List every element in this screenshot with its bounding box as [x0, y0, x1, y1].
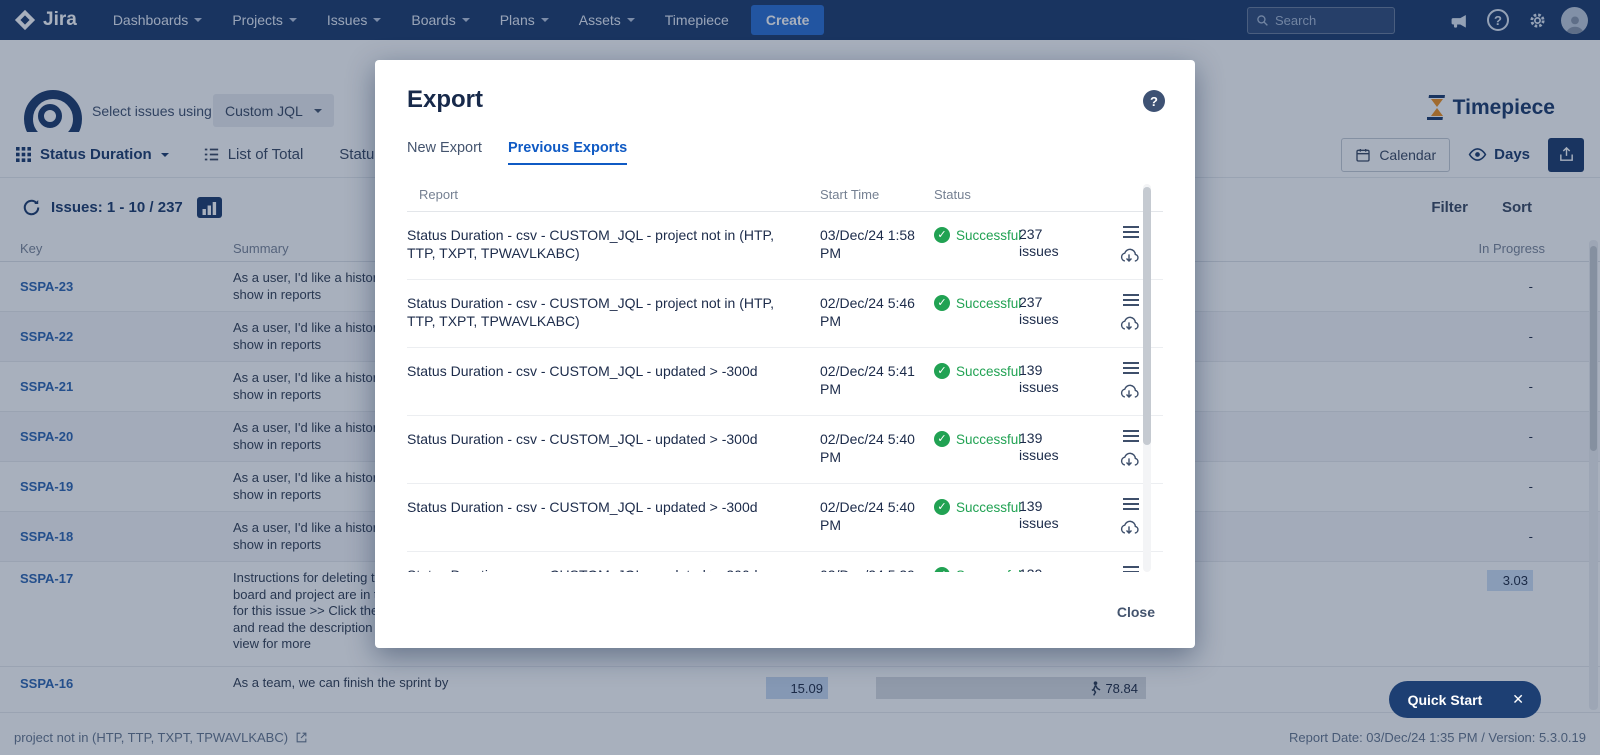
export-row: Status Duration - csv - CUSTOM_JQL - upd… — [407, 348, 1163, 416]
row-menu-icon[interactable] — [1123, 430, 1139, 442]
export-report-name: Status Duration - csv - CUSTOM_JQL - pro… — [407, 294, 812, 333]
download-icon[interactable] — [1119, 383, 1139, 401]
export-modal: Export ? New Export Previous Exports Rep… — [375, 60, 1195, 648]
export-issue-count: 139 issues — [1019, 430, 1079, 469]
tab-new-export[interactable]: New Export — [407, 140, 482, 165]
success-check-icon: ✓ — [934, 567, 950, 572]
export-start-time: 02/Dec/24 5:41 PM — [812, 362, 924, 401]
success-check-icon: ✓ — [934, 499, 950, 515]
success-check-icon: ✓ — [934, 227, 950, 243]
download-icon[interactable] — [1119, 315, 1139, 333]
export-report-name: Status Duration - csv - CUSTOM_JQL - upd… — [407, 498, 812, 537]
status-label: Successful — [956, 431, 1021, 449]
export-issue-count: 139 issues — [1019, 566, 1079, 572]
export-row: Status Duration - csv - CUSTOM_JQL - pro… — [407, 212, 1163, 280]
export-report-name: Status Duration - csv - CUSTOM_JQL - upd… — [407, 566, 812, 572]
col-report: Report — [407, 187, 812, 202]
col-start-time: Start Time — [812, 187, 924, 202]
download-icon[interactable] — [1119, 247, 1139, 265]
export-start-time: 03/Dec/24 1:58 PM — [812, 226, 924, 265]
export-row: Status Duration - csv - CUSTOM_JQL - pro… — [407, 280, 1163, 348]
row-menu-icon[interactable] — [1123, 226, 1139, 238]
export-status: ✓ Successful — [924, 566, 1019, 572]
status-label: Successful — [956, 227, 1021, 245]
modal-scrollbar-thumb[interactable] — [1143, 187, 1151, 445]
export-rows: Status Duration - csv - CUSTOM_JQL - pro… — [407, 212, 1163, 572]
export-table-header: Report Start Time Status — [407, 187, 1163, 212]
export-issue-count: 139 issues — [1019, 362, 1079, 401]
row-menu-icon[interactable] — [1123, 362, 1139, 374]
status-label: Successful — [956, 295, 1021, 313]
status-label: Successful — [956, 499, 1021, 517]
row-menu-icon[interactable] — [1123, 566, 1139, 572]
download-icon[interactable] — [1119, 451, 1139, 469]
row-menu-icon[interactable] — [1123, 498, 1139, 510]
export-issue-count: 139 issues — [1019, 498, 1079, 537]
export-start-time: 02/Dec/24 5:46 PM — [812, 294, 924, 333]
export-issue-count: 237 issues — [1019, 226, 1079, 265]
export-row: Status Duration - csv - CUSTOM_JQL - upd… — [407, 552, 1163, 572]
export-status: ✓ Successful — [924, 430, 1019, 469]
status-label: Successful — [956, 363, 1021, 381]
export-start-time: 02/Dec/24 5:39 PM — [812, 566, 924, 572]
export-row: Status Duration - csv - CUSTOM_JQL - upd… — [407, 416, 1163, 484]
modal-help-icon[interactable]: ? — [1143, 90, 1165, 112]
success-check-icon: ✓ — [934, 431, 950, 447]
quickstart-close-icon[interactable]: ✕ — [1512, 691, 1524, 708]
row-menu-icon[interactable] — [1123, 294, 1139, 306]
export-status: ✓ Successful — [924, 362, 1019, 401]
success-check-icon: ✓ — [934, 295, 950, 311]
modal-scrollbar[interactable] — [1143, 184, 1151, 572]
export-report-name: Status Duration - csv - CUSTOM_JQL - upd… — [407, 430, 812, 469]
status-label: Successful — [956, 567, 1021, 572]
export-status: ✓ Successful — [924, 498, 1019, 537]
export-report-name: Status Duration - csv - CUSTOM_JQL - upd… — [407, 362, 812, 401]
export-row: Status Duration - csv - CUSTOM_JQL - upd… — [407, 484, 1163, 552]
export-start-time: 02/Dec/24 5:40 PM — [812, 498, 924, 537]
modal-tabs: New Export Previous Exports — [407, 140, 1163, 165]
download-icon[interactable] — [1119, 519, 1139, 537]
close-button[interactable]: Close — [1117, 604, 1155, 620]
export-report-name: Status Duration - csv - CUSTOM_JQL - pro… — [407, 226, 812, 265]
export-start-time: 02/Dec/24 5:40 PM — [812, 430, 924, 469]
modal-title: Export — [407, 86, 1163, 114]
export-status: ✓ Successful — [924, 226, 1019, 265]
success-check-icon: ✓ — [934, 363, 950, 379]
export-status: ✓ Successful — [924, 294, 1019, 333]
quick-start-button[interactable]: Quick Start ✕ — [1389, 681, 1541, 718]
export-issue-count: 237 issues — [1019, 294, 1079, 333]
tab-previous-exports[interactable]: Previous Exports — [508, 140, 627, 165]
col-status: Status — [924, 187, 1019, 202]
